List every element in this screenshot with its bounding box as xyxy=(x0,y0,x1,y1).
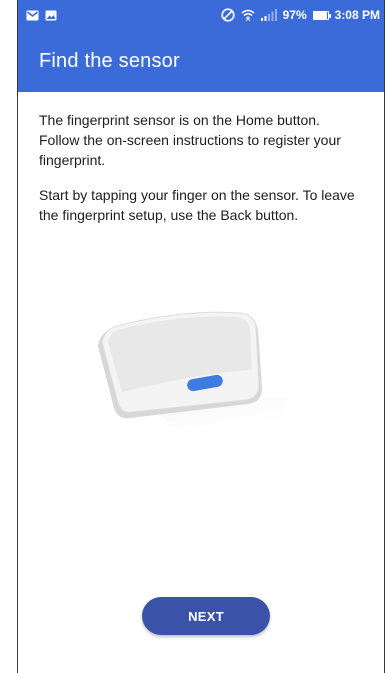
battery-level xyxy=(313,11,328,19)
instruction-paragraph-2: Start by tapping your finger on the sens… xyxy=(39,187,355,223)
screen: 97% 3:08 PM Find the sensor The fingerpr… xyxy=(17,0,385,673)
image-icon xyxy=(45,10,57,21)
status-bar-left xyxy=(26,10,57,21)
page-title: Find the sensor xyxy=(39,49,180,72)
battery-icon xyxy=(312,10,331,20)
status-bar-right: 97% 3:08 PM xyxy=(221,8,380,22)
status-bar: 97% 3:08 PM xyxy=(18,0,384,30)
instruction-paragraph-1: The fingerprint sensor is on the Home bu… xyxy=(39,112,341,168)
instructions: The fingerprint sensor is on the Home bu… xyxy=(39,110,359,240)
battery-percent: 97% xyxy=(282,8,307,22)
app-bar: Find the sensor xyxy=(18,30,384,92)
do-not-disturb-icon xyxy=(221,8,235,22)
left-bezel xyxy=(0,0,17,673)
gmail-icon xyxy=(26,10,39,21)
phone-home-button-illustration xyxy=(86,310,296,430)
signal-icon xyxy=(260,9,277,21)
right-bezel xyxy=(385,0,390,673)
next-button[interactable]: NEXT xyxy=(142,597,270,635)
wifi-icon xyxy=(241,8,255,22)
clock: 3:08 PM xyxy=(334,8,380,22)
